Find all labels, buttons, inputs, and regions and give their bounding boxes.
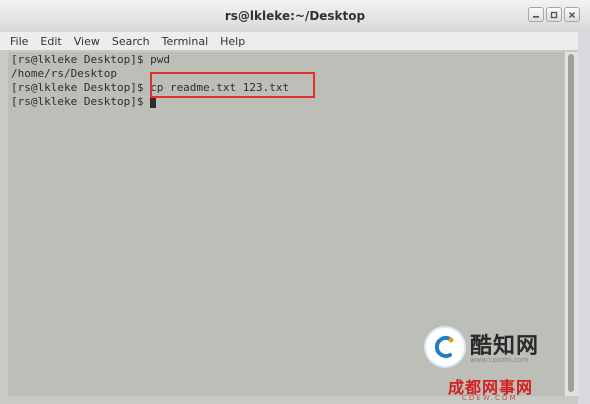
menu-search[interactable]: Search <box>112 35 150 48</box>
maximize-icon <box>550 11 558 18</box>
close-button[interactable] <box>564 7 580 22</box>
terminal-line: [rs@lkleke Desktop]$ <box>11 95 151 108</box>
watermark-url-secondary: CDEW.COM <box>462 394 518 402</box>
terminal-line: [rs@lkleke Desktop]$ pwd <box>11 53 170 66</box>
menu-terminal[interactable]: Terminal <box>162 35 209 48</box>
menu-help[interactable]: Help <box>220 35 245 48</box>
terminal-window: rs@lkleke:~/Desktop File Edit View Searc… <box>0 0 590 404</box>
minimize-icon <box>533 15 539 18</box>
menu-bar: File Edit View Search Terminal Help <box>0 32 590 51</box>
terminal-line: /home/rs/Desktop <box>11 67 117 80</box>
window-title: rs@lkleke:~/Desktop <box>224 9 366 23</box>
command-highlight-box <box>150 72 315 98</box>
menu-file[interactable]: File <box>10 35 28 48</box>
menu-edit[interactable]: Edit <box>40 35 61 48</box>
watermark-logo-secondary: 成都网事网 CDEW.COM <box>448 372 558 402</box>
window-border <box>578 32 590 404</box>
watermark-circle-icon <box>426 328 464 366</box>
watermark-logo: 酷知网 www.coozhi.com <box>408 322 572 378</box>
maximize-button[interactable] <box>546 7 562 22</box>
menu-view[interactable]: View <box>74 35 100 48</box>
close-icon <box>568 11 576 18</box>
watermark-url: www.coozhi.com <box>470 356 529 364</box>
minimize-button[interactable] <box>528 7 544 22</box>
window-controls <box>528 7 580 22</box>
title-bar[interactable]: rs@lkleke:~/Desktop <box>0 0 590 33</box>
